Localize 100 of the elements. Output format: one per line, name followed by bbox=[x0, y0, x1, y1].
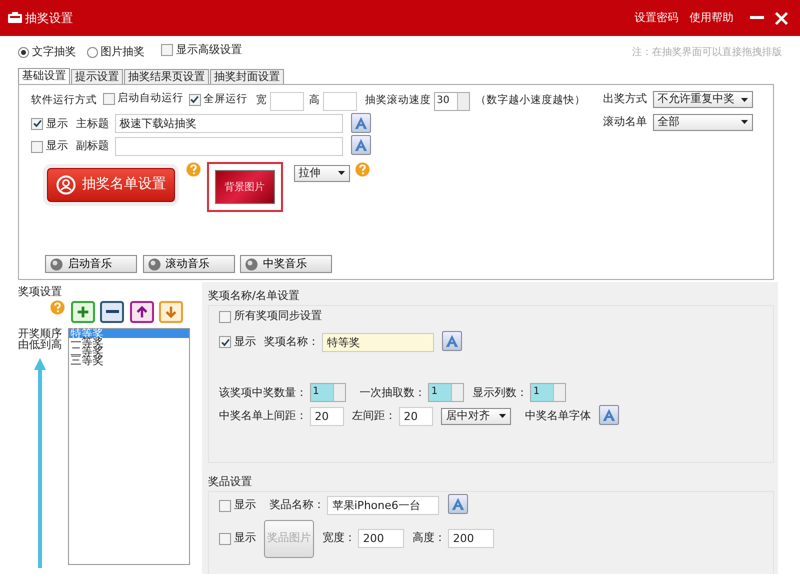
help-icon[interactable] bbox=[50, 300, 65, 315]
group-title: 奖项设置 bbox=[18, 284, 63, 300]
window-title: 抽奖设置 bbox=[24, 10, 73, 27]
checkbox-label: 显示高级设置 bbox=[176, 42, 242, 58]
caret-icon bbox=[499, 414, 506, 418]
field-label: 滚动名单 bbox=[603, 114, 647, 130]
field-label: 该奖项中奖数量： bbox=[219, 384, 307, 400]
field-label: 显示列数： bbox=[472, 384, 528, 400]
help-icon[interactable] bbox=[186, 162, 201, 178]
tab[interactable]: 抽奖结果页设置 bbox=[124, 69, 209, 84]
list-item[interactable]: 三等奖 bbox=[68, 356, 188, 365]
checkbox[interactable] bbox=[31, 140, 43, 152]
tab[interactable]: 基础设置 bbox=[18, 68, 70, 84]
checkbox[interactable] bbox=[219, 310, 231, 322]
order-label: 开奖顺序由低到高 bbox=[17, 328, 63, 350]
draw-mode-select[interactable]: 不允许重复中奖 bbox=[652, 91, 752, 108]
caret-icon bbox=[740, 120, 748, 124]
field-label: 高 bbox=[309, 93, 320, 108]
checkbox-label: 显示 bbox=[234, 530, 256, 546]
remove-button[interactable] bbox=[100, 300, 124, 322]
background-image-button[interactable]: 背景图片 bbox=[214, 170, 274, 204]
checkbox-label: 全屏运行 bbox=[204, 92, 248, 107]
tab[interactable]: 抽奖封面设置 bbox=[210, 69, 284, 84]
group-title: 奖项名称/名单设置 bbox=[208, 288, 301, 304]
field-label: 奖品名称： bbox=[270, 497, 324, 514]
music-button[interactable]: 中奖音乐 bbox=[240, 255, 332, 273]
music-button[interactable]: 启动音乐 bbox=[45, 255, 137, 273]
columns-spinner[interactable]: 1 bbox=[530, 383, 566, 402]
field-label: 中奖名单字体 bbox=[524, 408, 591, 424]
checkbox[interactable] bbox=[219, 336, 231, 348]
minus-icon bbox=[106, 310, 118, 313]
field-label: 奖项名称： bbox=[264, 334, 319, 350]
font-button[interactable] bbox=[350, 135, 371, 156]
radio-label: 图片抽奖 bbox=[100, 44, 144, 60]
count-spinner[interactable]: 1 bbox=[310, 383, 346, 402]
group-title: 奖品设置 bbox=[208, 474, 253, 490]
close-icon[interactable] bbox=[775, 12, 788, 24]
up-arrow-icon bbox=[33, 356, 47, 568]
radio-label: 文字抽奖 bbox=[32, 44, 76, 60]
font-icon bbox=[354, 138, 368, 152]
field-label: 中奖名单上间距： bbox=[219, 408, 307, 424]
music-button[interactable]: 滚动音乐 bbox=[142, 255, 234, 273]
height-field[interactable]: 200 bbox=[448, 529, 494, 548]
prize-name-field[interactable]: 特等奖 bbox=[322, 332, 434, 352]
goods-name-field[interactable]: 苹果iPhone6一台 bbox=[327, 496, 440, 516]
font-icon bbox=[450, 497, 464, 512]
speed-spinner[interactable]: 30 bbox=[434, 92, 470, 110]
stretch-select[interactable]: 拉伸 bbox=[294, 164, 350, 182]
move-up-button[interactable] bbox=[130, 300, 154, 322]
font-icon bbox=[445, 334, 459, 348]
width-field[interactable] bbox=[270, 92, 304, 110]
checkbox-label: 显示 bbox=[234, 497, 256, 514]
field-label: 出奖方式 bbox=[603, 91, 647, 108]
caret-icon bbox=[338, 171, 344, 176]
checkbox-label: 显示 bbox=[46, 138, 68, 154]
list-item[interactable]: 二等奖 bbox=[68, 347, 188, 356]
menu-link[interactable]: 使用帮助 bbox=[690, 10, 734, 26]
checkbox-label: 所有奖项同步设置 bbox=[234, 308, 322, 324]
help-icon[interactable] bbox=[355, 162, 370, 178]
radio-button[interactable] bbox=[18, 46, 29, 58]
top-margin-field[interactable]: 20 bbox=[310, 406, 344, 426]
add-button[interactable] bbox=[70, 300, 94, 322]
list-item[interactable]: 一等奖 bbox=[68, 338, 188, 347]
down-arrow-icon bbox=[163, 304, 179, 320]
align-select[interactable]: 居中对齐 bbox=[441, 408, 511, 425]
checkbox[interactable] bbox=[219, 500, 231, 512]
checkbox[interactable] bbox=[188, 94, 201, 106]
field-label: 副标题 bbox=[76, 138, 109, 154]
menu-link[interactable]: 设置密码 bbox=[634, 10, 678, 26]
width-field[interactable]: 200 bbox=[358, 529, 404, 548]
title-field[interactable] bbox=[114, 137, 342, 156]
field-label: 主标题 bbox=[76, 116, 109, 132]
font-button[interactable] bbox=[448, 494, 468, 514]
tab[interactable]: 提示设置 bbox=[71, 69, 123, 84]
field-label: 左间距： bbox=[352, 408, 396, 424]
font-icon bbox=[354, 116, 368, 130]
field-label: 一次抽取数： bbox=[360, 384, 426, 400]
checkbox[interactable] bbox=[219, 532, 231, 545]
title-field[interactable]: 极速下载站抽奖 bbox=[114, 114, 342, 134]
user-icon bbox=[56, 174, 76, 194]
checkbox[interactable] bbox=[31, 118, 43, 130]
checkbox-label: 显示 bbox=[234, 334, 256, 350]
field-label: 宽度： bbox=[322, 530, 356, 546]
minimize-icon[interactable] bbox=[750, 16, 764, 20]
app-logo-icon bbox=[8, 12, 22, 24]
height-field[interactable] bbox=[322, 92, 357, 110]
move-down-button[interactable] bbox=[159, 300, 183, 322]
font-button[interactable] bbox=[599, 405, 619, 425]
per-draw-spinner[interactable]: 1 bbox=[428, 383, 464, 402]
checkbox-label: 显示 bbox=[46, 116, 68, 132]
scroll-list-select[interactable]: 全部 bbox=[652, 114, 752, 130]
radio-button[interactable] bbox=[86, 46, 98, 58]
left-margin-field[interactable]: 20 bbox=[398, 406, 433, 426]
font-button[interactable] bbox=[442, 330, 462, 351]
font-button[interactable] bbox=[350, 112, 371, 132]
hint-text: 注：在抽奖界面可以直接拖拽排版 bbox=[632, 46, 782, 60]
checkbox[interactable] bbox=[102, 93, 114, 106]
checkbox[interactable] bbox=[161, 44, 173, 56]
checkbox-label: 启动自动运行 bbox=[117, 91, 184, 106]
note-text: （数字越小速度越快） bbox=[475, 93, 586, 108]
